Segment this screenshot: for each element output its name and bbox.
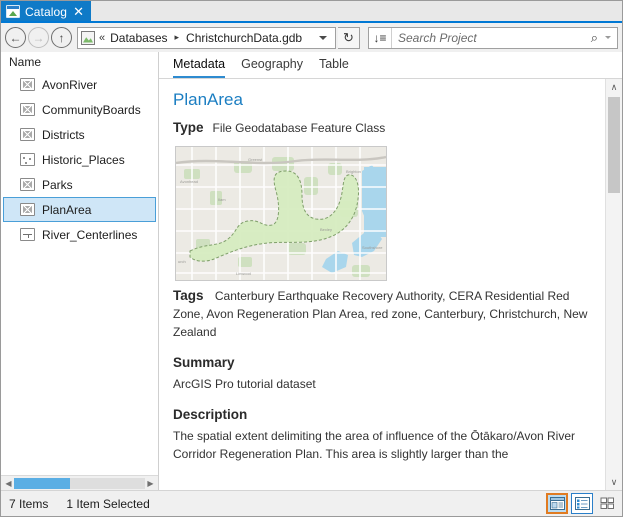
polygon-feature-class-icon [20,128,35,141]
svg-text:urch: urch [178,259,186,264]
back-button[interactable]: ← [5,27,26,48]
svg-text:Bexley: Bexley [320,227,332,232]
list-item-historic-places[interactable]: Historic_Places [3,147,156,172]
metadata-summary-label: Summary [173,355,235,371]
metadata-view: PlanArea Type File Geodatabase Feature C… [159,79,605,490]
list-item-communityboards[interactable]: CommunityBoards [3,97,156,122]
polygon-feature-class-icon [20,178,35,191]
polygon-feature-class-icon [20,203,35,216]
item-count-label: 7 Items [9,496,49,511]
tree-horizontal-scrollbar[interactable]: ◀ ▶ [1,475,158,490]
details-view-button[interactable] [546,493,568,514]
thumbnail-map-graphic: Avonhead Ilam Linwood urch Brighton Sout… [176,147,386,281]
list-item-label: AvonRiver [42,77,98,92]
details-view-icon [549,497,565,510]
scroll-right-icon[interactable]: ▶ [145,479,156,488]
list-item-districts[interactable]: Districts [3,122,156,147]
selection-count-label: 1 Item Selected [66,496,150,511]
map-thumbnail: Avonhead Ilam Linwood urch Brighton Sout… [175,146,387,282]
list-view-icon [574,497,590,510]
column-header-name: Name [1,52,158,71]
list-item-river-centerlines[interactable]: River_Centerlines [3,222,156,247]
metadata-description-value: The spatial extent delimiting the area o… [173,429,576,462]
metadata-tags-row: Tags Canterbury Earthquake Recovery Auth… [173,287,591,341]
metadata-type-label: Type [173,119,204,135]
vertical-scroll-track[interactable] [606,95,622,474]
list-item-label: River_Centerlines [42,227,138,242]
list-view-button[interactable] [571,493,593,514]
horizontal-scroll-track[interactable] [14,477,145,489]
forward-button: → [28,27,49,48]
search-options-chevron-icon[interactable] [605,36,611,39]
tab-metadata[interactable]: Metadata [173,57,226,78]
list-item-label: Historic_Places [42,152,125,167]
metadata-tags-label: Tags [173,288,204,304]
tab-table[interactable]: Table [319,57,349,78]
svg-text:Southshore: Southshore [362,245,383,250]
list-item-label: PlanArea [42,202,92,217]
metadata-tags-value: Canterbury Earthquake Recovery Authority… [173,289,588,340]
search-box[interactable]: ↓≡ ⌕ [368,26,618,49]
scroll-up-icon[interactable]: ∧ [606,79,622,95]
refresh-button[interactable]: ↻ [338,26,360,49]
svg-text:Greenst: Greenst [248,157,263,162]
view-mode-buttons [546,493,618,514]
scroll-down-icon[interactable]: ∨ [606,474,622,490]
search-icon[interactable]: ⌕ [591,30,600,46]
svg-text:Linwood: Linwood [236,271,251,276]
list-item-avonriver[interactable]: AvonRiver [3,72,156,97]
close-icon[interactable]: ✕ [72,5,85,18]
list-item-label: CommunityBoards [42,102,141,117]
catalog-icon [6,5,20,18]
up-button[interactable]: ↑ [51,27,72,48]
horizontal-scroll-thumb[interactable] [14,477,71,489]
metadata-summary-value: ArcGIS Pro tutorial dataset [173,377,316,392]
metadata-type-value: File Geodatabase Feature Class [212,120,386,135]
thumbnail-view-icon [600,497,614,509]
sort-icon[interactable]: ↓≡ [369,27,392,48]
scroll-left-icon[interactable]: ◀ [3,479,14,488]
list-item-planarea[interactable]: PlanArea [3,197,156,222]
list-item-label: Parks [42,177,73,192]
geodatabase-icon [81,30,95,45]
breadcrumb[interactable]: « Databases ▸ ChristchurchData.gdb [77,26,336,49]
page-title: PlanArea [173,90,243,109]
catalog-window: Catalog ✕ ← → ↑ « Databases ▸ Christchur… [0,0,623,517]
document-tab-strip: Catalog ✕ [1,1,622,23]
metadata-vertical-scrollbar[interactable]: ∧ ∨ [605,79,622,490]
metadata-type-row: Type File Geodatabase Feature Class [173,120,591,137]
line-feature-class-icon [20,228,35,241]
catalog-item-list: AvonRiver CommunityBoards Districts Hist… [1,71,158,475]
breadcrumb-item-databases[interactable]: Databases [108,31,169,45]
main-split: Name AvonRiver CommunityBoards Districts… [1,52,622,490]
collapse-path-icon[interactable]: « [98,32,108,44]
metadata-description-label: Description [173,407,248,423]
chevron-down-icon[interactable] [319,35,327,40]
breadcrumb-separator-icon: ▸ [174,32,180,42]
vertical-scroll-thumb[interactable] [608,97,620,193]
detail-tabs: Metadata Geography Table [159,52,622,79]
status-bar: 7 Items 1 Item Selected [1,490,622,516]
svg-text:Avonhead: Avonhead [180,179,198,184]
point-feature-class-icon [20,153,35,166]
metadata-content-wrapper: PlanArea Type File Geodatabase Feature C… [159,79,622,490]
polygon-feature-class-icon [20,78,35,91]
breadcrumb-item-gdb[interactable]: ChristchurchData.gdb [184,31,304,45]
navigation-toolbar: ← → ↑ « Databases ▸ ChristchurchData.gdb… [1,23,622,52]
thumbnail-view-button[interactable] [596,493,618,514]
polygon-feature-class-icon [20,103,35,116]
list-item-label: Districts [42,127,85,142]
search-input[interactable] [392,30,591,45]
list-item-parks[interactable]: Parks [3,172,156,197]
tab-catalog-label: Catalog [25,4,68,19]
item-details-panel: Metadata Geography Table PlanArea Type F… [159,52,622,490]
catalog-tree-panel: Name AvonRiver CommunityBoards Districts… [1,52,159,490]
svg-text:Brighton: Brighton [346,169,361,174]
tab-catalog[interactable]: Catalog ✕ [1,1,91,22]
svg-text:Ilam: Ilam [218,197,226,202]
tab-geography[interactable]: Geography [241,57,303,78]
